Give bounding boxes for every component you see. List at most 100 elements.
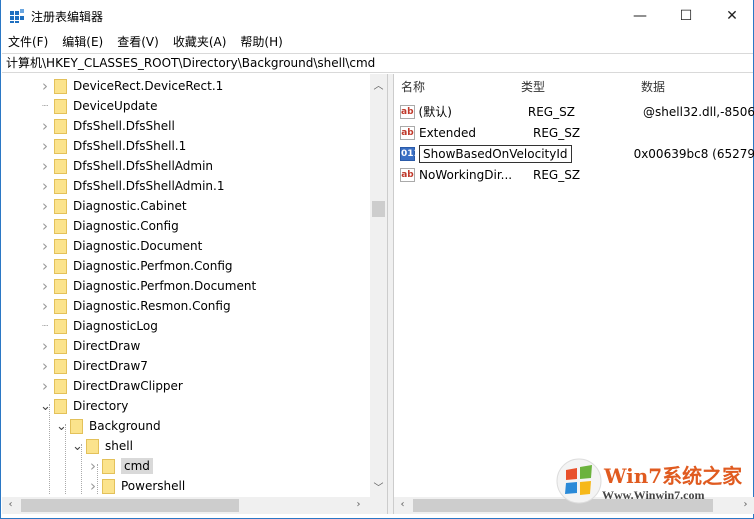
chevron-right-icon[interactable]: › [40, 297, 50, 315]
menu-edit[interactable]: 编辑(E) [55, 32, 110, 52]
menu-favorites[interactable]: 收藏夹(A) [166, 32, 234, 52]
chevron-right-icon[interactable]: › [40, 237, 50, 255]
tree-item[interactable]: › Diagnostic.Config [40, 216, 179, 236]
column-header-type[interactable]: 类型 [521, 74, 545, 100]
menu-help[interactable]: 帮助(H) [233, 32, 289, 52]
chevron-right-icon[interactable]: › [40, 277, 50, 295]
tree-item[interactable]: › DfsShell.DfsShell [40, 116, 175, 136]
key-tree-pane: › DeviceRect.DeviceRect.1 ┈ DeviceUpdate › Df… [2, 74, 388, 514]
tree-item-label: DfsShell.DfsShellAdmin [73, 159, 214, 173]
tree-guide-line [65, 424, 66, 494]
regedit-app-icon [10, 9, 25, 23]
tree-item-label: Diagnostic.Document [73, 239, 203, 253]
folder-icon [54, 378, 67, 394]
tree-guide-line [81, 444, 82, 494]
tree-item-label: DirectDrawClipper [73, 379, 183, 393]
folder-icon [86, 438, 99, 454]
scroll-down-icon[interactable]: ﹀ [370, 479, 387, 494]
minimize-button[interactable]: — [617, 0, 663, 32]
tree-hscroll-thumb[interactable] [21, 499, 239, 512]
scroll-right-icon[interactable]: › [350, 499, 367, 510]
scroll-left-icon[interactable]: ‹ [2, 499, 19, 510]
tree-item-label: Diagnostic.Config [73, 219, 179, 233]
maximize-button[interactable]: ☐ [663, 0, 709, 32]
close-button[interactable]: ✕ [709, 0, 754, 32]
value-row[interactable]: ab NoWorkingDir... REG_SZ [400, 164, 754, 185]
tree-item-label: DfsShell.DfsShell.1 [73, 139, 187, 153]
tree-item[interactable]: › DeviceRect.DeviceRect.1 [40, 76, 223, 96]
menu-view[interactable]: 查看(V) [110, 32, 166, 52]
tree-item-label: cmd [121, 458, 153, 474]
folder-icon [54, 218, 67, 234]
tree-guide-line [49, 404, 50, 494]
tree-item[interactable]: › DfsShell.DfsShell.1 [40, 136, 186, 156]
tree-item[interactable]: › Diagnostic.Document [40, 236, 202, 256]
column-header-name[interactable]: 名称 [401, 74, 425, 100]
tree-item-label: Background [89, 419, 161, 433]
tree-item[interactable]: ⌄ Directory [40, 396, 128, 416]
tree-vertical-scrollbar[interactable]: ︿ ﹀ [370, 74, 387, 497]
address-bar[interactable]: 计算机\HKEY_CLASSES_ROOT\Directory\Backgrou… [2, 53, 753, 73]
tree-item[interactable]: › DirectDrawClipper [40, 376, 183, 396]
scroll-up-icon[interactable]: ︿ [370, 77, 387, 92]
chevron-right-icon[interactable]: › [40, 77, 50, 95]
tree-item[interactable]: › Diagnostic.Perfmon.Config [40, 256, 233, 276]
value-name: NoWorkingDir... [419, 167, 513, 182]
menu-bar: 文件(F) 编辑(E) 查看(V) 收藏夹(A) 帮助(H) [1, 32, 290, 52]
folder-icon [54, 278, 67, 294]
chevron-right-icon[interactable]: › [40, 137, 50, 155]
tree-item[interactable]: › Diagnostic.Cabinet [40, 196, 187, 216]
value-type: REG_SZ [527, 104, 575, 119]
tree-item-label: Diagnostic.Perfmon.Config [73, 259, 233, 273]
tree-item-label: DirectDraw7 [73, 359, 148, 373]
folder-icon [54, 78, 67, 94]
chevron-right-icon[interactable]: › [40, 337, 50, 355]
chevron-right-icon[interactable]: › [40, 117, 50, 135]
folder-icon [54, 138, 67, 154]
tree-item[interactable]: ┈ DiagnosticLog [40, 316, 158, 336]
menu-file[interactable]: 文件(F) [1, 32, 55, 52]
tree-item[interactable]: › DfsShell.DfsShellAdmin.1 [40, 176, 225, 196]
chevron-right-icon[interactable]: › [40, 177, 50, 195]
tree-item[interactable]: › DirectDraw [40, 336, 140, 356]
tree-item-label: DirectDraw [73, 339, 141, 353]
value-name-edit-input[interactable]: ShowBasedOnVelocityId [419, 144, 572, 163]
folder-icon [102, 458, 115, 474]
folder-icon [54, 398, 67, 414]
chevron-right-icon[interactable]: › [40, 197, 50, 215]
window-title: 注册表编辑器 [31, 10, 104, 24]
tree-item[interactable]: ⌄ Background [56, 416, 161, 436]
chevron-right-icon[interactable]: › [40, 157, 50, 175]
chevron-right-icon[interactable]: › [40, 357, 50, 375]
tree-item-label: Directory [73, 399, 129, 413]
scroll-left-icon[interactable]: ‹ [394, 499, 411, 510]
tree-item-label: Diagnostic.Perfmon.Document [73, 279, 257, 293]
watermark-brand: Win7系统之家 [604, 464, 743, 488]
folder-icon [54, 258, 67, 274]
tree-item-label: DfsShell.DfsShell [73, 119, 175, 133]
chevron-right-icon[interactable]: › [40, 217, 50, 235]
tree-item-label: DiagnosticLog [73, 319, 158, 333]
tree-item[interactable]: › DirectDraw7 [40, 356, 148, 376]
tree-item[interactable]: › Powershell [88, 476, 185, 496]
column-header-data[interactable]: 数据 [641, 74, 665, 100]
chevron-right-icon[interactable]: › [40, 257, 50, 275]
folder-icon [54, 298, 67, 314]
value-row[interactable]: ab (默认) REG_SZ @shell32.dll,-8506 [400, 101, 754, 122]
tree-item[interactable]: › Diagnostic.Perfmon.Document [40, 276, 256, 296]
folder-icon [54, 238, 67, 254]
folder-icon [102, 478, 115, 494]
tree-item-label: DfsShell.DfsShellAdmin.1 [73, 179, 225, 193]
watermark-logo: Win7系统之家 Www.Winwin7.com [556, 456, 748, 508]
windows-logo-icon [556, 458, 602, 504]
tree-item[interactable]: ┈ DeviceUpdate [40, 96, 158, 116]
value-row[interactable]: 011ShowBasedOnVelocityIdORD0x00639bc8 (6… [400, 143, 754, 164]
folder-icon [54, 178, 67, 194]
tree-item[interactable]: › Diagnostic.Resmon.Config [40, 296, 231, 316]
value-row[interactable]: ab Extended REG_SZ [400, 122, 754, 143]
chevron-right-icon[interactable]: › [40, 377, 50, 395]
tree-vscroll-thumb[interactable] [372, 201, 385, 217]
tree-item[interactable]: › DfsShell.DfsShellAdmin [40, 156, 213, 176]
tree-horizontal-scrollbar[interactable]: ‹ › [2, 497, 387, 514]
folder-icon [54, 98, 67, 114]
